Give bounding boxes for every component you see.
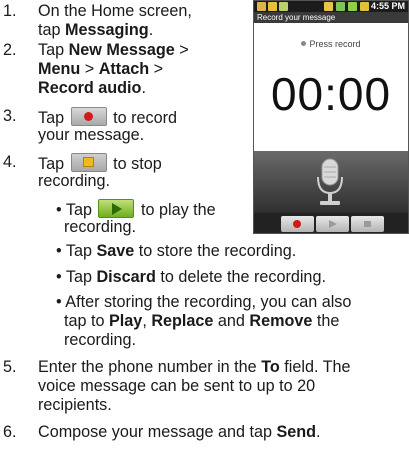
recorder-controls (254, 213, 408, 233)
step-5-line-2: voice message can be sent to up to 20 (38, 377, 316, 395)
status-time: 4:55 PM (370, 1, 405, 11)
step-1-number: 1. (3, 2, 17, 20)
step-1-line-1: On the Home screen, (38, 2, 192, 20)
messaging-label: Messaging (65, 21, 149, 39)
record-control-button[interactable] (281, 216, 314, 232)
step-2-line-3: Record audio. (38, 79, 146, 97)
stop-button-icon (70, 153, 107, 172)
screen-title: Record your message (254, 12, 408, 23)
bullet-after-line-1: • After storing the recording, you can a… (56, 293, 352, 311)
step-5-line-3: recipients. (38, 396, 112, 414)
play-control-button[interactable] (316, 216, 349, 232)
step-4-line-2: recording. (38, 172, 110, 190)
status-bar: 4:55 PM (254, 1, 408, 12)
bullet-play-line-1: • Tap to play the (56, 199, 216, 219)
step-2-line-1: Tap New Message > (38, 41, 189, 59)
bullet-save: • Tap Save to store the recording. (56, 242, 297, 260)
sim-icon (324, 2, 333, 11)
step-3-number: 3. (3, 107, 17, 125)
record-button-icon (70, 107, 107, 126)
microphone-area (254, 151, 408, 213)
email-notification-icon (268, 2, 277, 11)
bullet-after-line-2: tap to Play, Replace and Remove the (64, 312, 340, 330)
usb-icon (279, 2, 288, 11)
sms-notification-icon (257, 2, 266, 11)
step-4-number: 4. (3, 153, 17, 171)
play-button-icon (98, 199, 135, 218)
step-2-number: 2. (3, 41, 17, 59)
status-dot-icon (301, 41, 307, 46)
step-1-line-2: tap Messaging. (38, 21, 154, 39)
alarm-icon (360, 2, 369, 11)
step-6-number: 6. (3, 423, 17, 441)
step-5-line-1: Enter the phone number in the To field. … (38, 358, 351, 376)
stop-control-button[interactable] (351, 216, 384, 232)
signal-icon (336, 2, 345, 11)
step-3-line-2: your message. (38, 126, 145, 144)
press-record-status: Press record (254, 39, 408, 49)
wifi-icon (348, 2, 357, 11)
recording-timer: 00:00 (270, 68, 392, 120)
step-4-line-1: Tap to stop (38, 153, 162, 173)
bullet-after-line-3: recording. (64, 331, 136, 349)
step-3-line-1: Tap to record (38, 107, 177, 127)
microphone-icon (317, 158, 343, 205)
step-6-line: Compose your message and tap Send. (38, 423, 321, 441)
phone-screenshot: 4:55 PM Record your message Press record… (253, 0, 409, 234)
bullet-play-line-2: recording. (64, 218, 136, 236)
step-5-number: 5. (3, 358, 17, 376)
bullet-discard: • Tap Discard to delete the recording. (56, 268, 326, 286)
step-2-line-2: Menu > Attach > (38, 60, 164, 78)
